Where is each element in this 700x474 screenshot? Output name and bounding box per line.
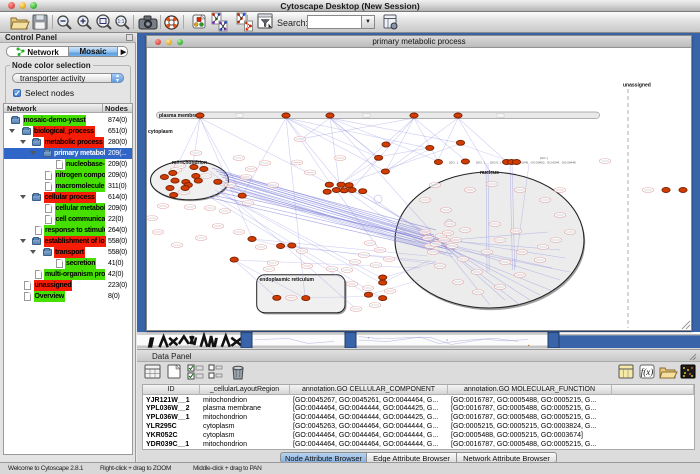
svg-text:[GO:..]: [GO:..]: [476, 160, 485, 164]
svg-text:cytoplasm: cytoplasm: [148, 129, 173, 135]
svg-text:[GO:0..]: [GO:0..]: [490, 160, 501, 164]
svg-text:GO:0045.. GO:00452.. GO:0044..: GO:0045.. GO:00452.. GO:0044.. GO:00448: [516, 160, 576, 164]
svg-text:f(x): f(x): [641, 367, 654, 377]
svg-text:[GO..]: [GO..]: [540, 156, 548, 160]
svg-text:unassigned: unassigned: [623, 83, 651, 89]
svg-text:[GO:..]: [GO:..]: [449, 160, 458, 164]
svg-text:1:1: 1:1: [118, 19, 125, 25]
